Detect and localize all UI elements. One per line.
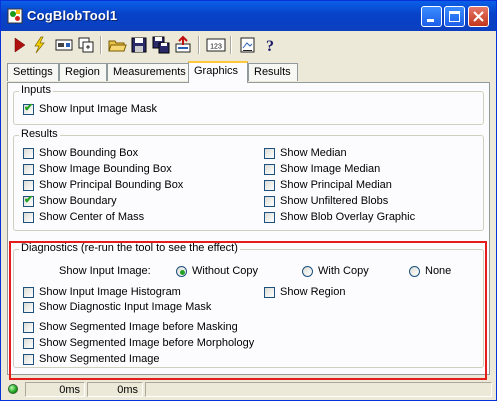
run-time-value: 0ms — [59, 384, 80, 396]
inputs-legend: Inputs — [19, 84, 53, 96]
tab-label: Measurements — [113, 66, 186, 78]
status-message-cell — [145, 382, 492, 397]
checkbox-box — [23, 148, 34, 159]
tab-region[interactable]: Region — [59, 63, 107, 81]
checkbox-box — [264, 148, 275, 159]
open-folder-icon[interactable] — [107, 35, 127, 55]
window-title: CogBlobTool1 — [27, 8, 118, 23]
status-led-icon — [8, 384, 18, 394]
results-legend: Results — [19, 128, 60, 140]
electric-icon[interactable] — [29, 35, 49, 55]
save-icon[interactable] — [129, 35, 149, 55]
tab-settings[interactable]: Settings — [7, 63, 59, 81]
checkbox-label: Show Image Bounding Box — [39, 163, 172, 175]
numeric-display-icon[interactable]: 123 — [206, 35, 226, 55]
checkbox-box — [264, 196, 275, 207]
checkbox-box — [264, 180, 275, 191]
check-mark-icon: ✔ — [24, 194, 34, 206]
maximize-icon — [449, 11, 460, 22]
close-icon — [473, 11, 484, 22]
check-mark-icon: ✔ — [24, 102, 34, 114]
minimize-button[interactable] — [421, 6, 442, 27]
maximize-button[interactable] — [444, 6, 465, 27]
checkbox-label: Show Principal Median — [280, 179, 392, 191]
minimize-icon — [427, 19, 434, 22]
checkbox-label: Show Median — [280, 147, 347, 159]
display-icon[interactable] — [54, 35, 74, 55]
checkbox-label: Show Bounding Box — [39, 147, 139, 159]
title-bar[interactable]: CogBlobTool1 — [1, 1, 496, 31]
total-time-value: 0ms — [117, 384, 138, 396]
image-properties-icon[interactable] — [238, 35, 258, 55]
close-button[interactable] — [468, 6, 489, 27]
tab-label: Region — [65, 66, 100, 78]
run-time-cell: 0ms — [25, 382, 85, 397]
tab-strip: Settings Region Measurements Graphics Re… — [1, 61, 496, 83]
toolbar: 123 ? — [5, 33, 493, 59]
status-bar: 0ms 0ms — [1, 380, 496, 400]
tab-label: Graphics — [194, 65, 239, 77]
tab-results[interactable]: Results — [248, 63, 298, 81]
checkbox-label: Show Center of Mass — [39, 211, 145, 223]
checkbox-box: ✔ — [23, 102, 34, 115]
checkbox-label: Show Blob Overlay Graphic — [280, 211, 416, 223]
checkbox-label: Show Image Median — [280, 163, 381, 175]
diagnostics-highlight-frame — [9, 241, 487, 380]
checkbox-box — [23, 180, 34, 191]
checkbox-box — [264, 164, 275, 175]
run-icon[interactable] — [9, 35, 29, 55]
toolbar-separator — [198, 36, 200, 54]
blob-tool-icon — [7, 8, 23, 24]
svg-text:?: ? — [266, 38, 274, 55]
results-group: Results Show Bounding Box Show Image Bou… — [13, 128, 484, 231]
save-as-icon[interactable] — [151, 35, 171, 55]
help-icon[interactable]: ? — [260, 35, 280, 55]
reset-icon[interactable] — [173, 35, 193, 55]
svg-text:123: 123 — [210, 44, 222, 51]
checkbox-label: Show Unfiltered Blobs — [280, 195, 389, 207]
tab-label: Settings — [13, 66, 53, 78]
checkbox-label: Show Input Image Mask — [39, 103, 158, 115]
checkbox-box — [23, 212, 34, 223]
toolbar-separator — [100, 36, 102, 54]
tab-label: Results — [254, 66, 291, 78]
tab-measurements[interactable]: Measurements — [107, 63, 189, 81]
tab-graphics[interactable]: Graphics — [188, 61, 248, 83]
inputs-group: Inputs ✔ Show Input Image Mask — [13, 84, 484, 125]
copy-icon[interactable] — [76, 35, 96, 55]
total-time-cell: 0ms — [87, 382, 143, 397]
checkbox-label: Show Boundary — [39, 195, 117, 207]
checkbox-box: ✔ — [23, 194, 34, 207]
checkbox-box — [264, 212, 275, 223]
toolbar-separator — [230, 36, 232, 54]
checkbox-box — [23, 164, 34, 175]
tool-window: CogBlobTool1 123 ? Settings Region Measu… — [0, 0, 497, 401]
checkbox-label: Show Principal Bounding Box — [39, 179, 184, 191]
